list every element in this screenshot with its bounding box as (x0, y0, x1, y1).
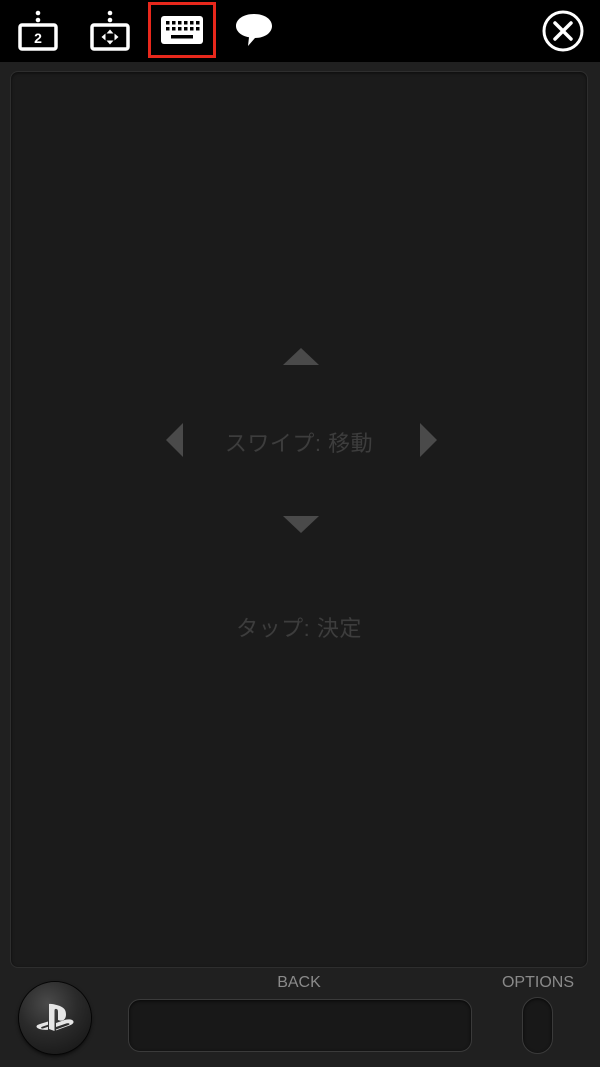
close-icon (542, 10, 584, 52)
swipe-hint: スワイプ: 移動 (224, 431, 374, 456)
second-screen-app: 2 スワイプ: 移動 タップ: 決定 BACK OPTIONS (0, 0, 600, 1067)
keyboard-icon (161, 16, 203, 44)
arrow-down-icon (283, 516, 319, 533)
remote-dpad-icon (90, 10, 130, 51)
back-label: BACK (277, 974, 321, 991)
second-screen-icon: 2 (18, 10, 58, 51)
top-toolbar: 2 (0, 0, 600, 62)
options-button[interactable] (522, 997, 553, 1054)
playstation-logo-icon (36, 1003, 74, 1031)
options-label: OPTIONS (501, 974, 574, 991)
comment-button[interactable] (220, 2, 288, 58)
touchpad-area[interactable]: スワイプ: 移動 タップ: 決定 (10, 71, 588, 968)
second-screen-number: 2 (34, 30, 42, 46)
comment-icon (236, 14, 272, 46)
remote-button[interactable] (76, 2, 144, 58)
arrow-up-icon (283, 348, 319, 365)
second-screen-button[interactable]: 2 (4, 2, 72, 58)
back-button[interactable] (128, 999, 472, 1052)
keyboard-button[interactable] (148, 2, 216, 58)
close-button[interactable] (542, 10, 584, 52)
tap-hint: タップ: 決定 (236, 616, 362, 641)
ps-button[interactable] (19, 982, 91, 1054)
